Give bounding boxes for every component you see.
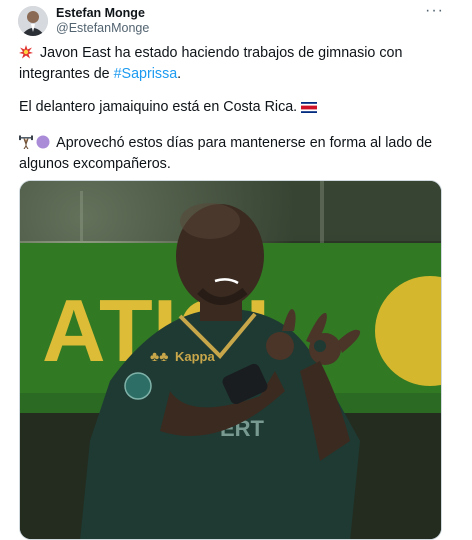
collision-icon	[19, 45, 33, 65]
author-handle[interactable]: @EstefanMonge	[56, 21, 149, 35]
costa-rica-flag-icon	[301, 100, 318, 119]
weightlifting-icon	[19, 135, 33, 155]
hashtag-link[interactable]: #Saprissa	[114, 66, 178, 82]
tweet-text-paragraph-2: El delantero jamaiquino está en Costa Ri…	[19, 98, 449, 119]
purple-circle-icon	[36, 135, 50, 155]
author-avatar[interactable]	[18, 6, 48, 36]
more-options-button[interactable]: ···	[425, 2, 444, 20]
tweet-card[interactable]: Estefan Monge @EstefanMonge ··· Javon Ea…	[0, 0, 472, 540]
tweet-text-line2: El delantero jamaiquino está en Costa Ri…	[19, 99, 302, 115]
tweet-text-paragraph-1: Javon East ha estado haciendo trabajos d…	[19, 44, 449, 84]
tweet-text-line3: Aprovechó estos días para mantenerse en …	[19, 135, 433, 172]
tweet-photo[interactable]: ATIOI ♣♣ Kappa ERT	[19, 180, 442, 540]
photo-player-gesture: ATIOI ♣♣ Kappa ERT	[20, 181, 441, 539]
author-name[interactable]: Estefan Monge	[56, 6, 145, 20]
tweet-text-line1-end: .	[177, 66, 182, 82]
avatar-image	[18, 6, 48, 36]
tweet-text-paragraph-3: Aprovechó estos días para mantenerse en …	[19, 134, 449, 174]
svg-text:♣♣: ♣♣	[150, 348, 168, 364]
tweet-text-line1: Javon East ha estado haciendo trabajos d…	[19, 45, 403, 82]
svg-text:Kappa: Kappa	[175, 349, 216, 364]
